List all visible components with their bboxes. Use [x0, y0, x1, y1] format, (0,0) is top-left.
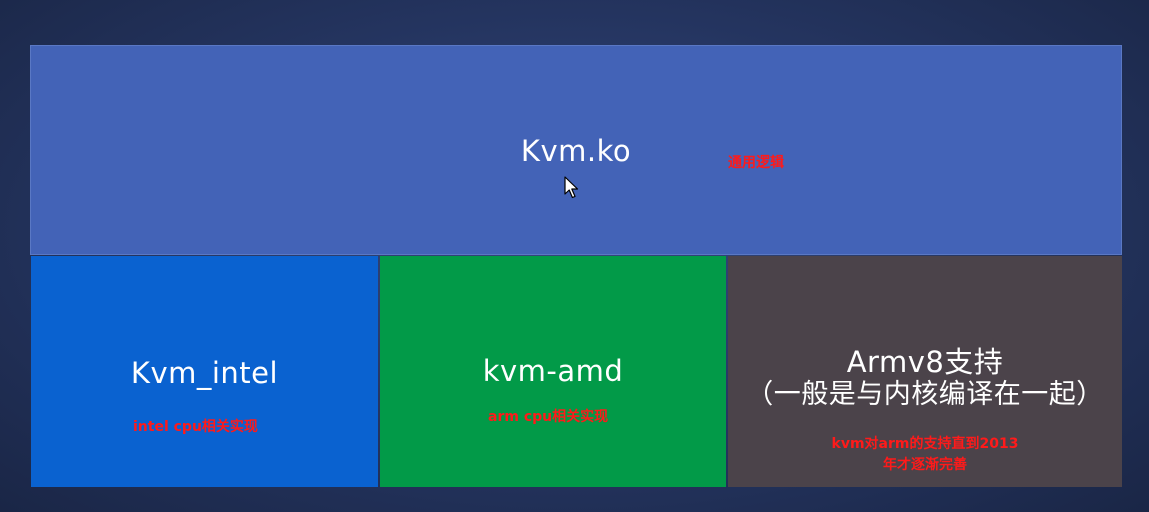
- kvm-ko-title: Kvm.ko: [520, 134, 632, 168]
- kvm-amd-annotation: arm cpu相关实现: [488, 409, 609, 425]
- kvm-intel-annotation: intel cpu相关实现: [133, 419, 258, 435]
- kvm-amd-block: kvm-amd arm cpu相关实现: [380, 256, 726, 487]
- kvm-ko-block: Kvm.ko 通用逻辑: [30, 45, 1122, 255]
- mouse-pointer-icon: [564, 176, 579, 199]
- kvm-ko-annotation: 通用逻辑: [728, 155, 784, 171]
- kvm-intel-block: Kvm_intel intel cpu相关实现: [31, 256, 378, 487]
- armv8-annotation-line1: kvm对arm的支持直到2013: [831, 436, 1019, 452]
- armv8-block: Armv8支持 （一般是与内核编译在一起） kvm对arm的支持直到2013 年…: [728, 256, 1122, 487]
- armv8-subtitle: （一般是与内核编译在一起）: [746, 379, 1104, 410]
- armv8-annotation-line2: 年才逐渐完善: [883, 457, 967, 473]
- kvm-intel-title: Kvm_intel: [130, 356, 279, 390]
- kvm-amd-title: kvm-amd: [482, 354, 624, 388]
